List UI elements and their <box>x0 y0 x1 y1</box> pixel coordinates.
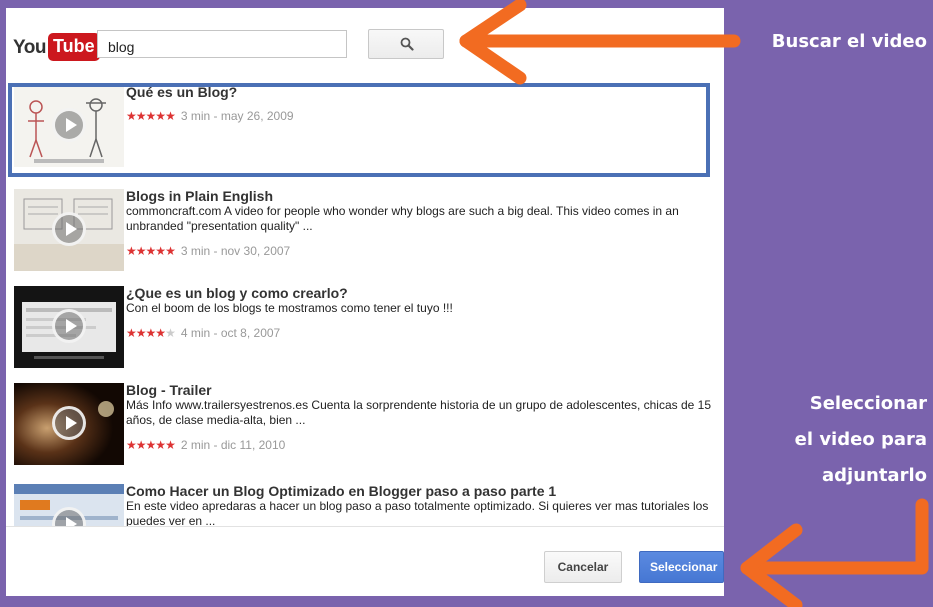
play-icon <box>52 406 86 440</box>
caption-select-video: Seleccionar el video para adjuntarlo <box>727 386 927 494</box>
star-icon: ★ <box>126 438 137 452</box>
star-icon: ★ <box>135 326 147 340</box>
result-item[interactable]: Qué es un Blog? ★★★★★ 3 min - may 26, 200… <box>6 78 724 177</box>
result-duration-date: 3 min - nov 30, 2007 <box>180 244 291 258</box>
play-icon <box>52 108 86 142</box>
star-rating: ★★★★★ <box>126 244 176 258</box>
search-icon <box>400 37 414 51</box>
youtube-logo-tube: Tube <box>48 33 100 61</box>
cancel-button[interactable]: Cancelar <box>544 551 622 583</box>
result-title[interactable]: Blog - Trailer <box>126 382 212 398</box>
star-rating: ★★★★★ <box>126 438 176 452</box>
play-icon <box>52 309 86 343</box>
result-item[interactable]: ¿Que es un blog y como crearlo? Con el b… <box>6 279 724 371</box>
result-meta: ★★★★★ 3 min - may 26, 2009 <box>126 109 294 123</box>
star-icon: ★ <box>165 438 176 452</box>
caption-search-video: Buscar el video <box>771 31 927 52</box>
results-list: Qué es un Blog? ★★★★★ 3 min - may 26, 200… <box>6 78 724 526</box>
video-thumbnail[interactable] <box>14 484 124 526</box>
dialog-footer: Cancelar Seleccionar <box>6 526 724 596</box>
result-meta: ★★★★★ 2 min - dic 11, 2010 <box>126 438 285 452</box>
result-item[interactable]: Como Hacer un Blog Optimizado en Blogger… <box>6 477 724 526</box>
result-description: Con el boom de los blogs te mostramos co… <box>126 301 453 315</box>
result-description: En este video apredaras a hacer un blog … <box>126 499 709 526</box>
arrow-icon <box>740 498 929 607</box>
play-icon <box>52 212 86 246</box>
search-bar: You Tube <box>6 8 724 78</box>
result-description: commoncraft.com A video for people who w… <box>126 204 679 233</box>
result-meta: ★★★★★ 3 min - nov 30, 2007 <box>126 244 290 258</box>
star-icon: ★ <box>155 438 166 452</box>
video-thumbnail[interactable] <box>14 286 124 368</box>
star-rating: ★★★★★ <box>126 109 176 123</box>
select-button[interactable]: Seleccionar <box>639 551 724 583</box>
result-duration-date: 2 min - dic 11, 2010 <box>180 438 286 452</box>
result-duration-date: 3 min - may 26, 2009 <box>180 109 294 123</box>
star-icon: ★ <box>126 244 137 258</box>
search-input[interactable] <box>97 30 347 58</box>
star-icon: ★ <box>145 326 157 340</box>
star-icon: ★ <box>135 438 147 452</box>
video-picker-dialog: You Tube blog Qué es un Blog? ★★★★★ 3 mi… <box>6 8 724 596</box>
video-thumbnail[interactable] <box>14 189 124 271</box>
result-title[interactable]: Blogs in Plain English <box>126 188 273 204</box>
result-title[interactable]: Como Hacer un Blog Optimizado en Blogger… <box>126 483 556 499</box>
result-item[interactable]: Blog - Trailer Más Info www.trailersyest… <box>6 376 724 468</box>
star-icon: ★ <box>145 109 157 123</box>
star-icon: ★ <box>165 326 176 340</box>
video-thumbnail[interactable] <box>14 383 124 465</box>
star-rating: ★★★★★ <box>126 326 176 340</box>
result-item[interactable]: Blogs in Plain English commoncraft.com A… <box>6 182 724 274</box>
star-icon: ★ <box>165 244 176 258</box>
video-thumbnail[interactable] <box>14 85 124 167</box>
youtube-logo-you: You <box>13 37 46 58</box>
caption-line: adjuntarlo <box>822 465 927 486</box>
result-description: Más Info www.trailersyestrenos.es Cuenta… <box>126 398 711 427</box>
result-title[interactable]: ¿Que es un blog y como crearlo? <box>126 285 348 301</box>
star-icon: ★ <box>145 244 157 258</box>
search-button[interactable] <box>368 29 444 59</box>
star-icon: ★ <box>145 438 157 452</box>
caption-line: Seleccionar <box>809 393 927 414</box>
star-icon: ★ <box>135 244 147 258</box>
result-meta: ★★★★★ 4 min - oct 8, 2007 <box>126 326 280 340</box>
star-icon: ★ <box>135 109 147 123</box>
result-duration-date: 4 min - oct 8, 2007 <box>180 326 281 340</box>
star-icon: ★ <box>165 109 176 123</box>
star-icon: ★ <box>126 326 137 340</box>
caption-line: el video para <box>794 429 927 450</box>
star-icon: ★ <box>155 109 166 123</box>
result-title[interactable]: Qué es un Blog? <box>126 84 237 100</box>
star-icon: ★ <box>126 109 137 123</box>
star-icon: ★ <box>155 244 166 258</box>
star-icon: ★ <box>155 326 166 340</box>
